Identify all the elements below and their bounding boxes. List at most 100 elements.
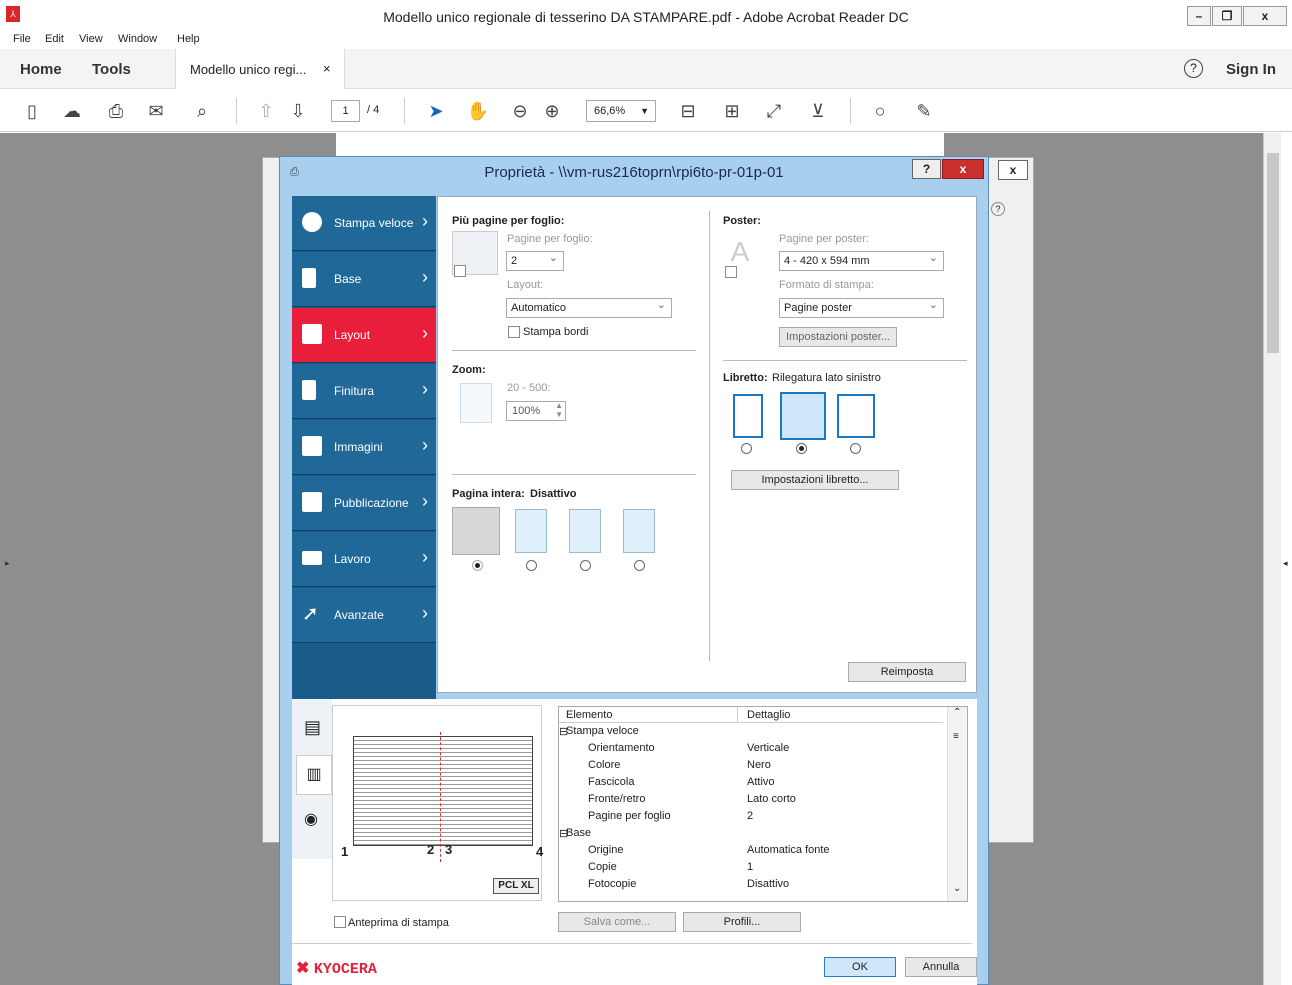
menu-window[interactable]: Window	[118, 33, 157, 45]
booklet-radio-1[interactable]	[741, 443, 752, 454]
close-button[interactable]: x	[1243, 6, 1287, 26]
print-preview-checkbox[interactable]	[334, 916, 346, 928]
zoom-in-icon[interactable]: ⊕	[540, 99, 564, 123]
menu-file[interactable]: File	[13, 33, 31, 45]
col-element: Elemento	[566, 709, 613, 721]
summary-key: Colore	[588, 759, 621, 771]
document-tab-icon[interactable]: ▥	[296, 755, 332, 795]
minimize-button[interactable]: –	[1187, 6, 1211, 26]
nav-stampa-veloce[interactable]: Stampa veloce ›	[292, 196, 436, 251]
poster-pages-select[interactable]: 4 - 420 x 594 mm	[779, 249, 944, 271]
layout-select[interactable]: Automatico	[506, 296, 672, 318]
summary-key: Pagine per foglio	[588, 810, 671, 822]
print-dialog-close-button[interactable]: x	[998, 160, 1028, 180]
image-icon	[302, 436, 322, 456]
summary-group[interactable]: Stampa veloce	[566, 725, 639, 737]
printer-tab-icon[interactable]: ▤	[304, 717, 321, 738]
details-scrollbar[interactable]: ⌃ ≡ ⌄	[947, 707, 967, 901]
stopwatch-icon	[302, 212, 322, 232]
print-format-label: Formato di stampa:	[779, 279, 874, 291]
full-page-radio-3[interactable]	[580, 560, 591, 571]
poster-checkbox[interactable]	[725, 266, 737, 278]
nav-pubblicazione[interactable]: Pubblicazione ›	[292, 476, 436, 531]
right-pane-arrow-icon: ◂	[1283, 558, 1288, 568]
full-page-radio-2[interactable]	[526, 560, 537, 571]
nav-immagini[interactable]: Immagini ›	[292, 420, 436, 475]
spinner-icon[interactable]: ▲ ▼	[555, 401, 563, 419]
summary-group[interactable]: Base	[566, 827, 591, 839]
restore-button[interactable]: ❐	[1212, 6, 1242, 26]
save-as-button[interactable]: Salva come...	[558, 912, 676, 932]
tab-home[interactable]: Home	[20, 61, 62, 78]
booklet-radio-2[interactable]	[796, 443, 807, 454]
dialog-close-button[interactable]: x	[942, 159, 984, 179]
dialog-help-button[interactable]: ?	[912, 159, 941, 179]
fit-page-icon[interactable]: ⊟	[676, 99, 700, 123]
pages-per-sheet-label: Pagine per foglio:	[507, 233, 593, 245]
left-pane-arrow-icon[interactable]: ▸	[5, 558, 10, 569]
zoom-input-value: 100%	[512, 405, 541, 417]
print-dialog-help-icon[interactable]: ?	[991, 202, 1005, 216]
tab-document[interactable]: Modello unico regi... ×	[175, 49, 345, 89]
full-page-option-1[interactable]	[452, 507, 500, 555]
menu-edit[interactable]: Edit	[45, 33, 64, 45]
menu-help[interactable]: Help	[177, 33, 200, 45]
full-page-option-3[interactable]	[569, 509, 601, 553]
zoom-input[interactable]: 100% ▲ ▼	[506, 401, 566, 421]
full-page-option-2[interactable]	[515, 509, 547, 553]
select-cursor-icon[interactable]: ➤	[424, 99, 448, 123]
scroll-mode-icon[interactable]: ⊻	[806, 99, 830, 123]
tab-close-icon[interactable]: ×	[323, 61, 331, 76]
poster-settings-button[interactable]: Impostazioni poster...	[779, 327, 897, 347]
help-icon[interactable]: ?	[1184, 59, 1203, 78]
hand-tool-icon[interactable]: ✋	[466, 99, 490, 123]
summary-value: Automatica fonte	[747, 844, 830, 856]
cancel-button[interactable]: Annulla	[905, 957, 977, 977]
nav-lavoro[interactable]: Lavoro ›	[292, 532, 436, 587]
full-page-radio-1[interactable]	[472, 560, 483, 571]
zoom-preview-icon	[460, 383, 492, 423]
nav-avanzate[interactable]: ➚ Avanzate ›	[292, 588, 436, 643]
scroll-thumb[interactable]	[1267, 153, 1279, 353]
search-icon[interactable]: ⌕	[190, 99, 214, 123]
save-icon[interactable]: ▯	[20, 99, 44, 123]
full-page-option-4[interactable]	[623, 509, 655, 553]
page-up-icon[interactable]: ⇧	[254, 99, 278, 123]
booklet-option-left-icon[interactable]	[780, 392, 826, 440]
zoom-range-label: 20 - 500:	[507, 382, 551, 394]
upload-cloud-icon[interactable]: ☁	[60, 99, 84, 123]
booklet-radio-3[interactable]	[850, 443, 861, 454]
zoom-out-icon[interactable]: ⊖	[508, 99, 532, 123]
booklet-settings-button[interactable]: Impostazioni libretto...	[731, 470, 899, 490]
email-icon[interactable]: ✉	[144, 99, 168, 123]
comment-icon[interactable]: ○	[868, 99, 892, 123]
pages-per-sheet-select[interactable]: 2	[506, 249, 564, 271]
nav-layout[interactable]: Layout ›	[292, 308, 436, 363]
nav-finitura[interactable]: Finitura ›	[292, 364, 436, 419]
print-borders-checkbox[interactable]	[508, 326, 520, 338]
page-number-input[interactable]: 1	[331, 100, 360, 122]
nav-base[interactable]: Base ›	[292, 252, 436, 307]
kyocera-mark-icon: ✖	[296, 960, 310, 977]
print-icon[interactable]: ⎙	[104, 99, 128, 123]
ok-button[interactable]: OK	[824, 957, 896, 977]
booklet-option-none-icon[interactable]	[733, 394, 763, 438]
rotate-icon[interactable]: ⊞	[720, 99, 744, 123]
reset-button[interactable]: Reimposta	[848, 662, 966, 682]
print-format-select[interactable]: Pagine poster	[779, 296, 944, 318]
menu-view[interactable]: View	[79, 33, 103, 45]
color-tab-icon[interactable]: ◉	[304, 809, 318, 829]
finishing-icon	[302, 380, 316, 400]
vertical-scrollbar[interactable]	[1263, 133, 1281, 985]
full-page-radio-4[interactable]	[634, 560, 645, 571]
tab-tools[interactable]: Tools	[92, 61, 131, 78]
page-down-icon[interactable]: ⇩	[286, 99, 310, 123]
booklet-option-right-icon[interactable]	[837, 394, 875, 438]
right-pane-toggle[interactable]: ◂	[1281, 133, 1292, 985]
full-screen-icon[interactable]: ⤢	[762, 99, 786, 123]
zoom-select[interactable]: 66,6% ▼	[586, 100, 656, 122]
sign-in-link[interactable]: Sign In	[1226, 61, 1276, 78]
profiles-button[interactable]: Profili...	[683, 912, 801, 932]
more-pages-checkbox[interactable]	[454, 265, 466, 277]
sign-pen-icon[interactable]: ✎	[912, 99, 936, 123]
